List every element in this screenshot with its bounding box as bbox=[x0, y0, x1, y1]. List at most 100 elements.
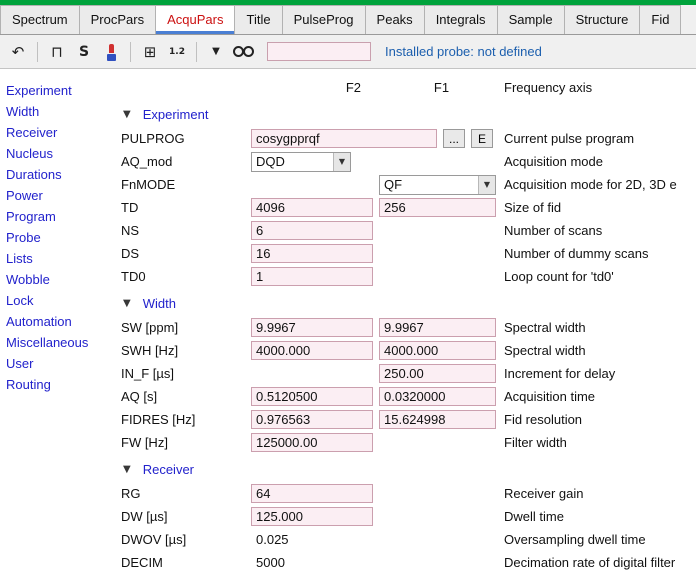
sidebar-item-receiver[interactable]: Receiver bbox=[6, 122, 116, 143]
sidebar-item-lock[interactable]: Lock bbox=[6, 290, 116, 311]
parameter-row: DECIM 5000 Decimation rate of digital filt… bbox=[116, 551, 696, 574]
f2-value-input[interactable]: 125000.00 bbox=[251, 433, 373, 452]
f2-value-input[interactable]: cosygpprqf bbox=[251, 129, 437, 148]
parameter-label: SWH [Hz] bbox=[121, 343, 179, 358]
parameter-sections: ▼ Experiment PULPROG cosygpprqf... E Current … bbox=[116, 101, 696, 574]
parameter-description: Spectral width bbox=[504, 343, 586, 358]
tab-peaks[interactable]: Peaks bbox=[364, 5, 425, 34]
parameter-row: AQ_mod DQD ▼ Acquisition mode bbox=[116, 150, 696, 173]
parameter-row: TD0 1 Loop count for 'td0' bbox=[116, 265, 696, 288]
acqupars-panel: Experiment Width Receiver Nucleus Durations P… bbox=[0, 69, 696, 576]
parameter-content: F2 F1 Frequency axis ▼ Experiment PULPROG c… bbox=[116, 69, 696, 576]
parameter-label: SW [ppm] bbox=[121, 320, 179, 335]
parameter-row: TD 4096 256 Size of fid bbox=[116, 196, 696, 219]
parameter-description: Decimation rate of digital filter bbox=[504, 555, 676, 570]
f2-value-input[interactable]: 6 bbox=[251, 221, 373, 240]
parameter-row: SW [ppm] 9.9967 9.9967 Spectral width bbox=[116, 316, 696, 339]
tab-procpars[interactable]: ProcPars bbox=[78, 5, 157, 34]
f1-value-input[interactable]: 9.9967 bbox=[379, 318, 496, 337]
tab-fid[interactable]: Fid bbox=[639, 5, 682, 34]
sidebar-item-experiment[interactable]: Experiment bbox=[6, 80, 116, 101]
f1-cell: QF ▼ bbox=[379, 174, 504, 195]
section-header-width[interactable]: ▼ Width bbox=[116, 290, 696, 316]
sidebar-item-miscellaneous[interactable]: Miscellaneous bbox=[6, 332, 116, 353]
matrix-icon[interactable]: ⊞ bbox=[138, 40, 162, 64]
parameter-row: FIDRES [Hz] 0.976563 15.624998 Fid resoluti… bbox=[116, 408, 696, 431]
section-header-receiver[interactable]: ▼ Receiver bbox=[116, 456, 696, 482]
f2-value-input[interactable]: 0.5120500 bbox=[251, 387, 373, 406]
sidebar-item-lists[interactable]: Lists bbox=[6, 248, 116, 269]
edit-button[interactable]: E bbox=[471, 129, 493, 148]
f2-value-input[interactable]: 0.976563 bbox=[251, 410, 373, 429]
f2-cell: 6 bbox=[251, 221, 379, 240]
toolbar: ↶ ⊓ S ⊞ 1.2 ▼ Installed probe: not defined bbox=[0, 35, 696, 69]
f2-cell: 16 bbox=[251, 244, 379, 263]
parameter-label: AQ [s] bbox=[121, 389, 158, 404]
undo-icon[interactable]: ↶ bbox=[6, 40, 30, 64]
f2-value-input[interactable]: 16 bbox=[251, 244, 373, 263]
dropdown-icon[interactable]: ▼ bbox=[204, 40, 228, 64]
tab-integrals[interactable]: Integrals bbox=[423, 5, 498, 34]
parameter-description: Acquisition mode for 2D, 3D e bbox=[504, 177, 677, 192]
tab-spectrum[interactable]: Spectrum bbox=[0, 5, 80, 34]
sidebar-item-nucleus[interactable]: Nucleus bbox=[6, 143, 116, 164]
parameter-description: Fid resolution bbox=[504, 412, 583, 427]
f2-cell: 125.000 bbox=[251, 507, 379, 526]
select-value: DQD bbox=[256, 154, 285, 169]
search-icon[interactable] bbox=[231, 40, 255, 64]
parameter-label: FnMODE bbox=[121, 177, 176, 192]
f2-value-input[interactable]: 64 bbox=[251, 484, 373, 503]
section-title: Experiment bbox=[142, 106, 209, 122]
f2-value-input[interactable]: 1 bbox=[251, 267, 373, 286]
browse-button[interactable]: ... bbox=[443, 129, 465, 148]
column-header-frequency-axis: Frequency axis bbox=[504, 79, 593, 95]
probe-status-text: Installed probe: not defined bbox=[385, 44, 542, 59]
sidebar-item-user[interactable]: User bbox=[6, 353, 116, 374]
sidebar-item-width[interactable]: Width bbox=[6, 101, 116, 122]
tab-pulseprog[interactable]: PulseProg bbox=[281, 5, 366, 34]
sidebar-item-durations[interactable]: Durations bbox=[6, 164, 116, 185]
parameter-row: DW [µs] 125.000 Dwell time bbox=[116, 505, 696, 528]
sidebar-item-power[interactable]: Power bbox=[6, 185, 116, 206]
parameter-label: TD bbox=[121, 200, 139, 215]
probe-icon[interactable] bbox=[99, 40, 123, 64]
f1-value-input[interactable]: 15.624998 bbox=[379, 410, 496, 429]
f1-value-input[interactable]: 0.0320000 bbox=[379, 387, 496, 406]
collapse-triangle-icon: ▼ bbox=[123, 463, 131, 475]
sidebar-item-probe[interactable]: Probe bbox=[6, 227, 116, 248]
f2-readonly-value: 5000 bbox=[256, 555, 285, 570]
f2-value-input[interactable]: 9.9967 bbox=[251, 318, 373, 337]
f2-value-input[interactable]: 125.000 bbox=[251, 507, 373, 526]
parameter-label: DW [µs] bbox=[121, 509, 168, 524]
f1-value-input[interactable]: 256 bbox=[379, 198, 496, 217]
f2-value-input[interactable]: 4000.000 bbox=[251, 341, 373, 360]
f1-value-input[interactable]: 4000.000 bbox=[379, 341, 496, 360]
f2-cell: cosygpprqf... E bbox=[251, 129, 504, 148]
tab-bar: Spectrum ProcPars AcquPars Title PulseProg Pe… bbox=[0, 5, 696, 35]
parameter-description: Size of fid bbox=[504, 200, 562, 215]
f2-value-input[interactable]: 4096 bbox=[251, 198, 373, 217]
parameter-row: PULPROG cosygpprqf... E Current pulse progr… bbox=[116, 127, 696, 150]
f1-select[interactable]: QF ▼ bbox=[379, 174, 496, 195]
sidebar-item-routing[interactable]: Routing bbox=[6, 374, 116, 395]
tab-sample[interactable]: Sample bbox=[496, 5, 565, 34]
sidebar-item-wobble[interactable]: Wobble bbox=[6, 269, 116, 290]
section-header-experiment[interactable]: ▼ Experiment bbox=[116, 101, 696, 127]
f1-value-input[interactable]: 250.00 bbox=[379, 364, 496, 383]
numbering-icon[interactable]: 1.2 bbox=[165, 40, 189, 64]
toolbar-icons: ↶ ⊓ S ⊞ 1.2 ▼ bbox=[6, 40, 255, 64]
f2-select[interactable]: DQD ▼ bbox=[251, 151, 351, 172]
parameter-label: DECIM bbox=[121, 555, 163, 570]
sidebar-item-program[interactable]: Program bbox=[6, 206, 116, 227]
tab-title[interactable]: Title bbox=[234, 5, 283, 34]
parameter-search-input[interactable] bbox=[267, 42, 371, 61]
pulse-icon[interactable]: ⊓ bbox=[45, 40, 69, 64]
f2-cell: 0.025 bbox=[251, 532, 379, 547]
tab-structure[interactable]: Structure bbox=[563, 5, 641, 34]
tab-acqupars[interactable]: AcquPars bbox=[155, 5, 236, 34]
s-icon[interactable]: S bbox=[72, 40, 96, 64]
f2-readonly-value: 0.025 bbox=[256, 532, 289, 547]
sidebar-item-automation[interactable]: Automation bbox=[6, 311, 116, 332]
parameter-label: RG bbox=[121, 486, 141, 501]
f2-cell: 4000.000 bbox=[251, 341, 379, 360]
